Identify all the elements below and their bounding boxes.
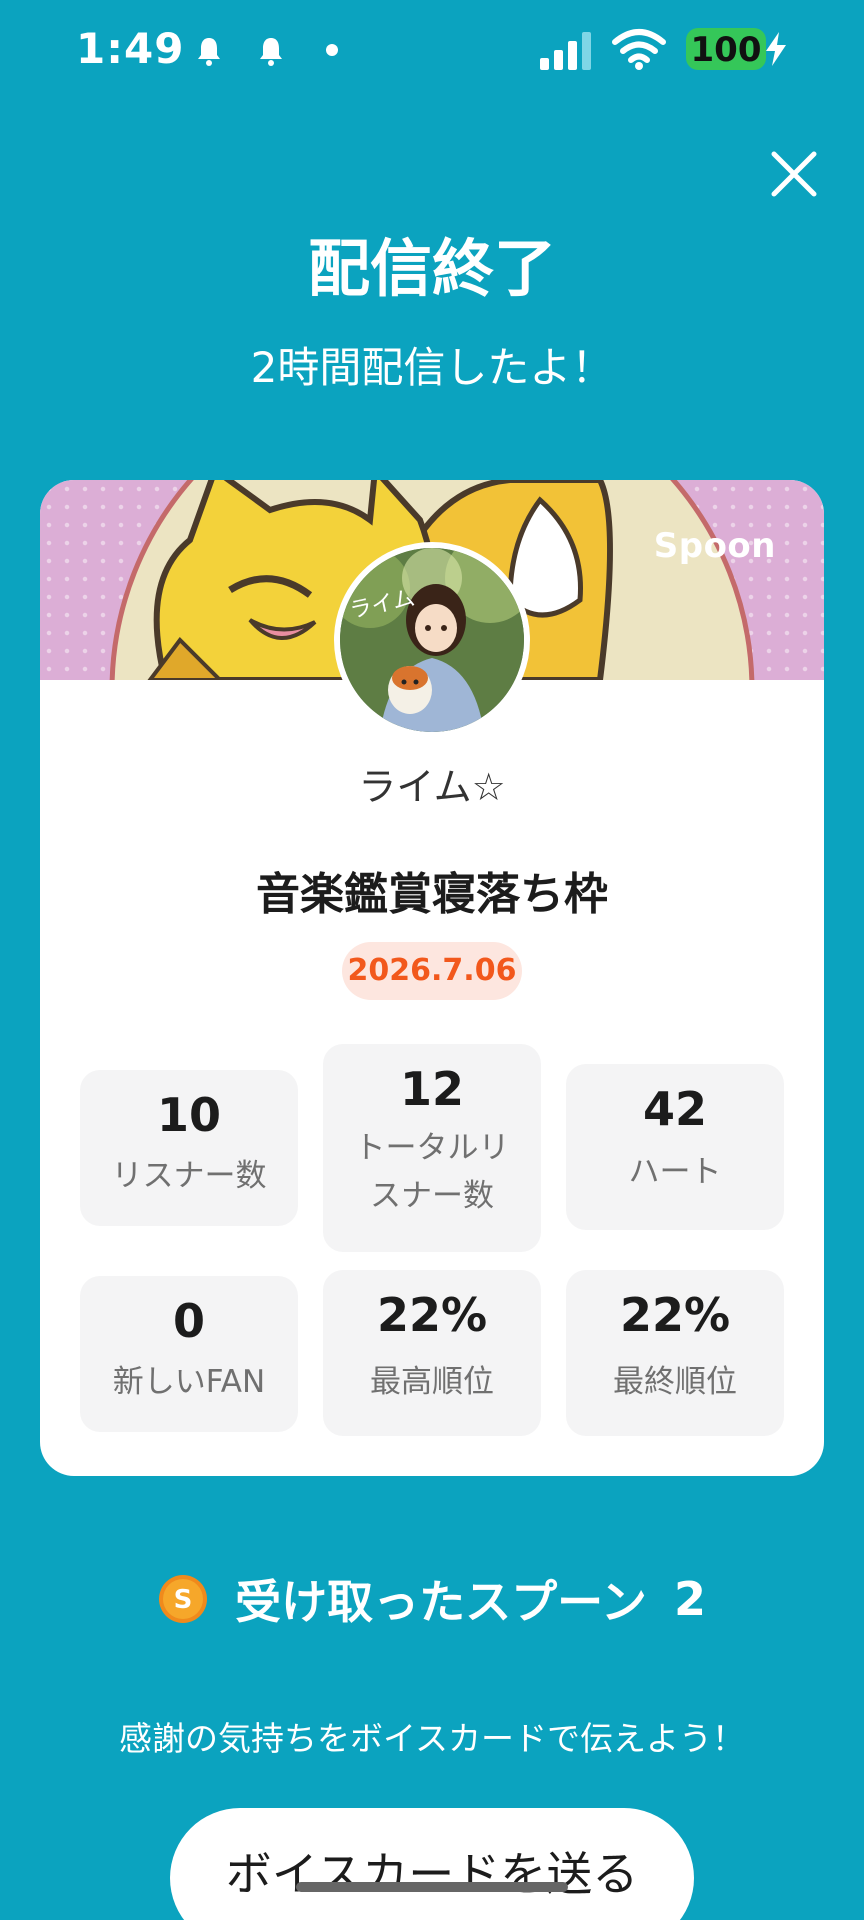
- stat-hearts: 42 ハート: [566, 1064, 784, 1230]
- thanks-message: 感謝の気持ちをボイスカードで伝えよう！: [118, 1719, 745, 1758]
- svg-text:S: S: [174, 1585, 193, 1615]
- page-subtitle: 2時間配信したよ！: [250, 343, 614, 392]
- stat-final-rank: 22% 最終順位: [566, 1270, 784, 1436]
- stat-label: ハート: [628, 1154, 722, 1190]
- date-badge: 2026.7.06: [342, 942, 522, 1000]
- home-indicator[interactable]: [296, 1882, 568, 1892]
- bell-notification-icon: [198, 38, 220, 66]
- page-title: 配信終了: [307, 232, 556, 305]
- stat-value: 42: [642, 1082, 707, 1136]
- spoons-count: 2: [673, 1572, 706, 1626]
- spoons-label: 受け取ったスプーン: [235, 1575, 647, 1629]
- stat-value: 12: [399, 1062, 464, 1116]
- stat-highest-rank: 22% 最高順位: [323, 1270, 541, 1436]
- battery-level: 100: [690, 30, 762, 70]
- spoon-coin-icon: S: [159, 1575, 208, 1623]
- wifi-icon: [612, 29, 666, 70]
- stat-total-listeners: 12 トータルリ スナー数: [323, 1044, 541, 1252]
- cellular-signal-icon: [540, 32, 591, 70]
- stat-value: 22%: [619, 1288, 731, 1342]
- live-title: 音楽鑑賞寝落ち枠: [256, 869, 608, 920]
- stat-label: スナー数: [370, 1178, 494, 1214]
- stat-new-fans: 0 新しいFAN: [80, 1276, 298, 1432]
- spoons-received: S 受け取ったスプーン 2: [0, 1566, 864, 1629]
- avatar[interactable]: ライム: [334, 542, 530, 738]
- status-bar: 1:49 100: [0, 0, 864, 100]
- stat-label: 最終順位: [613, 1364, 737, 1400]
- stat-label: 新しいFAN: [112, 1364, 266, 1400]
- bell-notification-icon: [260, 38, 282, 66]
- send-voice-card-button[interactable]: ボイスカードを送る: [170, 1808, 694, 1920]
- battery-icon: 100: [686, 28, 766, 70]
- avatar-image: ライム: [340, 548, 524, 732]
- live-end-screen: 1:49 100 配信終了 2時間配信したよ！ Spoon ライム ライム☆ 音…: [0, 0, 864, 1920]
- stat-value: 0: [172, 1294, 205, 1348]
- dot-icon: [326, 44, 338, 56]
- spoon-logo: Spoon: [653, 526, 776, 566]
- stat-label: 最高順位: [370, 1364, 494, 1400]
- charging-bolt-icon: [766, 32, 786, 66]
- stat-label: リスナー数: [111, 1158, 267, 1194]
- stat-listeners: 10 リスナー数: [80, 1070, 298, 1226]
- close-icon[interactable]: [768, 148, 820, 200]
- stat-label: トータルリ: [354, 1130, 510, 1166]
- status-time: 1:49: [76, 24, 185, 73]
- host-name: ライム☆: [358, 765, 506, 809]
- stat-value: 22%: [376, 1288, 488, 1342]
- stat-value: 10: [156, 1088, 221, 1142]
- live-summary-card: Spoon ライム ライム☆ 音楽鑑賞寝落ち枠 2026.7.06 10 リスナ…: [40, 480, 824, 1476]
